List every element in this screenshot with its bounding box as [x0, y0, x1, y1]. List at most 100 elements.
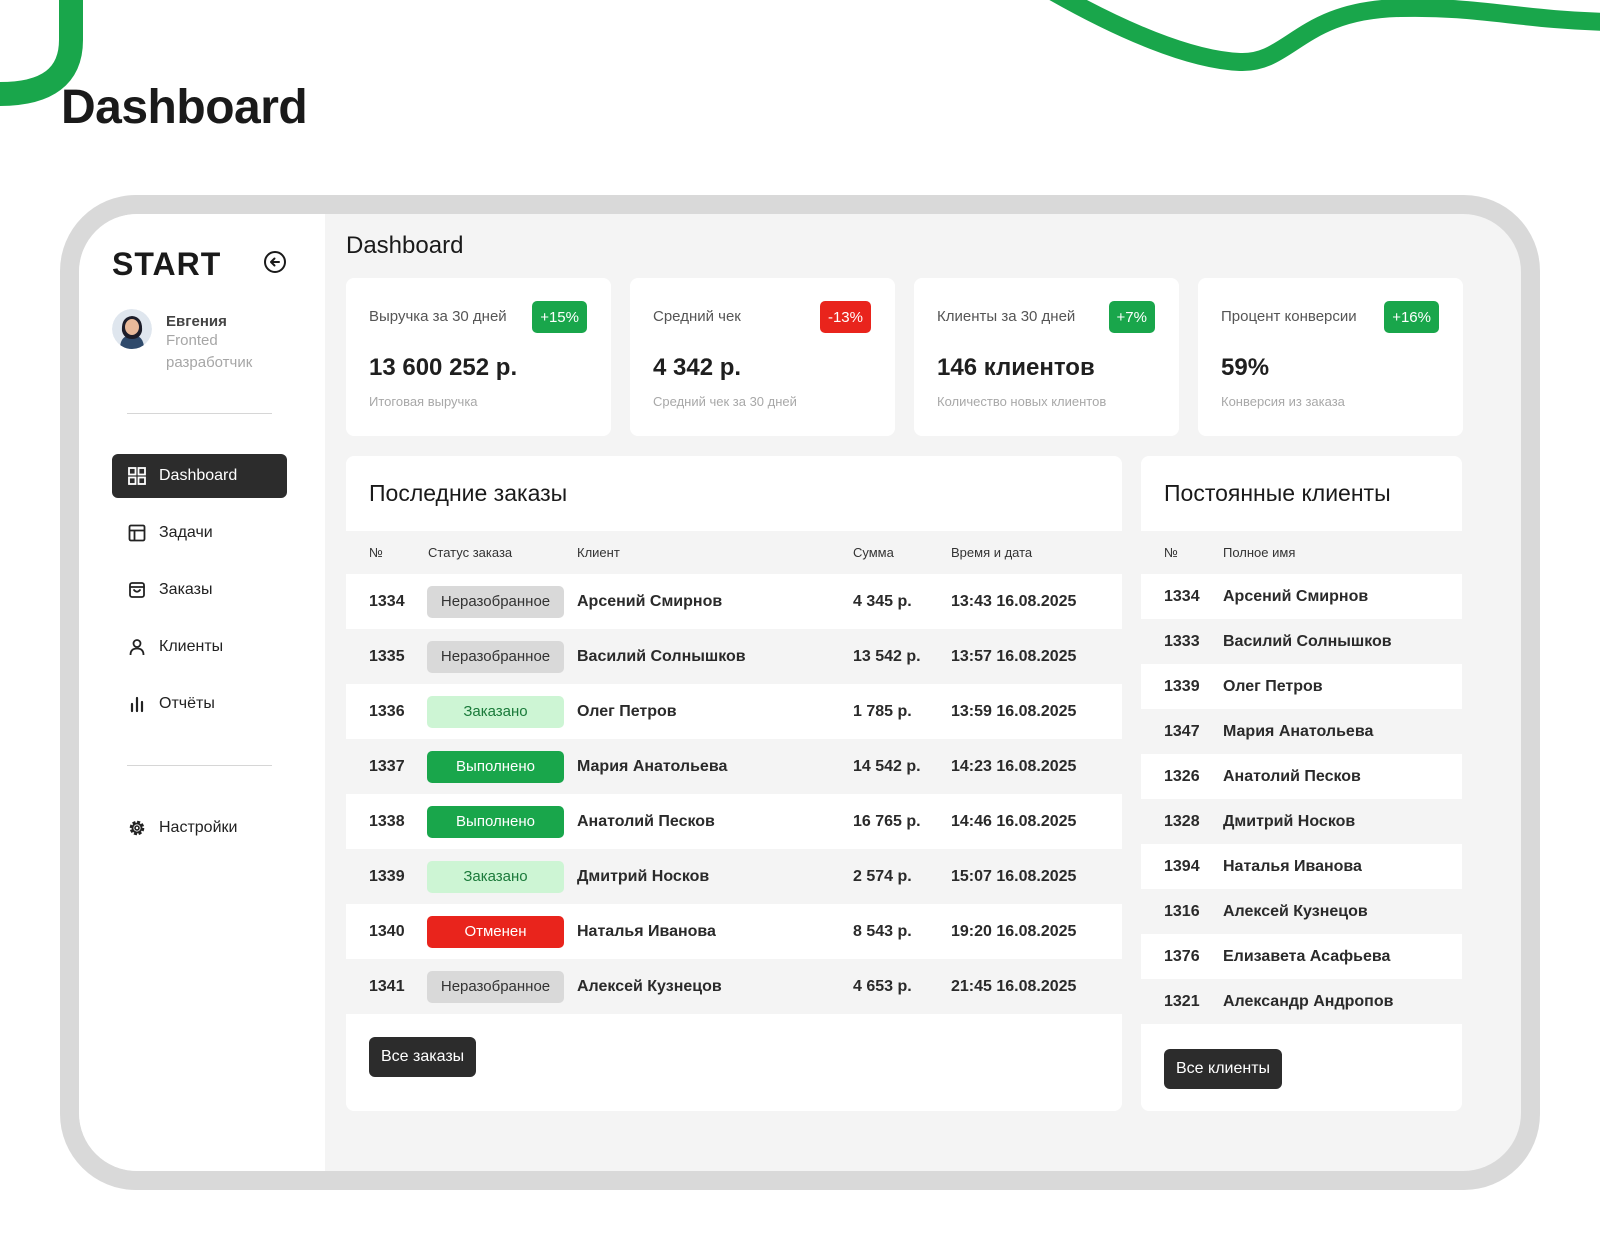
status-badge: Неразобранное [427, 585, 564, 618]
table-row[interactable]: 1376 Елизавета Асафьева [1141, 934, 1462, 979]
client-name: Арсений Смирнов [577, 592, 723, 610]
avatar [112, 309, 152, 349]
stat-card-conversion: Процент конверсии +16% 59% Конверсия из … [1198, 278, 1463, 436]
sidebar-item-reports[interactable]: Отчёты [112, 682, 287, 726]
sidebar-item-orders[interactable]: Заказы [112, 568, 287, 612]
column-header: Время и дата [951, 545, 1033, 560]
sidebar-item-tasks[interactable]: Задачи [112, 511, 287, 555]
order-sum: 14 542 р. [853, 757, 921, 775]
order-id: 1339 [369, 867, 405, 885]
wave-curve [1049, 0, 1600, 72]
table-row[interactable]: 1334 Арсений Смирнов [1141, 574, 1462, 619]
sidebar-item-clients[interactable]: Клиенты [112, 625, 287, 669]
client-name: Алексей Кузнецов [577, 977, 722, 995]
table-row[interactable]: 1340 Отменен Наталья Иванова 8 543 р. 19:20 … [346, 904, 1122, 959]
orders-table-body: 1334 Неразобранное Арсений Смирнов 4 345 р.… [346, 574, 1122, 1014]
table-row[interactable]: 1335 Неразобранное Василий Солнышков 13 542… [346, 629, 1122, 684]
client-id: 1347 [1164, 722, 1200, 740]
order-datetime: 14:23 16.08.2025 [951, 757, 1077, 775]
client-full-name: Анатолий Песков [1223, 767, 1361, 785]
order-datetime: 15:07 16.08.2025 [951, 867, 1077, 885]
table-row[interactable]: 1337 Выполнено Мария Анатольева 14 542 р. 14… [346, 739, 1122, 794]
clients-title: Постоянные клиенты [1164, 480, 1391, 506]
order-datetime: 21:45 16.08.2025 [951, 977, 1077, 995]
all-clients-button[interactable]: Все клиенты [1164, 1049, 1283, 1089]
order-sum: 1 785 р. [853, 702, 912, 720]
order-id: 1338 [369, 812, 405, 830]
clients-panel: Постоянные клиенты № Полное имя 1334 Арсе… [1141, 456, 1462, 1111]
stat-badge: +15% [532, 301, 587, 333]
status-badge: Отменен [427, 915, 564, 948]
client-name: Наталья Иванова [577, 922, 716, 940]
table-row[interactable]: 1338 Выполнено Анатолий Песков 16 765 р. 14:… [346, 794, 1122, 849]
arrow-left-circle-icon[interactable] [263, 250, 287, 274]
table-row[interactable]: 1316 Алексей Кузнецов [1141, 889, 1462, 934]
table-row[interactable]: 1326 Анатолий Песков [1141, 754, 1462, 799]
stat-card-average-check: Средний чек -13% 4 342 р. Средний чек за… [630, 278, 895, 436]
stat-note: Количество новых клиентов [937, 394, 1107, 409]
order-sum: 16 765 р. [853, 812, 921, 830]
all-orders-button[interactable]: Все заказы [369, 1037, 477, 1077]
client-name: Олег Петров [577, 702, 677, 720]
table-row[interactable]: 1394 Наталья Иванова [1141, 844, 1462, 889]
status-cell: Неразобранное [427, 585, 577, 618]
client-id: 1339 [1164, 677, 1200, 695]
client-full-name: Арсений Смирнов [1223, 587, 1369, 605]
table-row[interactable]: 1336 Заказано Олег Петров 1 785 р. 13:59 16.… [346, 684, 1122, 739]
sidebar-item-dashboard[interactable]: Dashboard [112, 454, 287, 498]
order-sum: 13 542 р. [853, 647, 921, 665]
stat-card-revenue: Выручка за 30 дней +15% 13 600 252 р. Ит… [346, 278, 611, 436]
stat-value: 59% [1221, 354, 1270, 381]
user-name: Евгения [166, 313, 227, 330]
column-header: Статус заказа [428, 545, 513, 560]
table-row[interactable]: 1333 Василий Солнышков [1141, 619, 1462, 664]
client-full-name: Алексей Кузнецов [1223, 902, 1368, 920]
bar-chart-icon [130, 696, 144, 713]
sidebar-nav: Dashboard Задачи Заказы Клиенты Отчёты [112, 454, 287, 739]
sidebar-item-settings[interactable]: Настройки [112, 806, 287, 850]
sidebar: START Евгения Fronted разработчик Dashbo… [79, 214, 325, 1171]
client-id: 1326 [1164, 767, 1200, 785]
table-row[interactable]: 1334 Неразобранное Арсений Смирнов 4 345 р.… [346, 574, 1122, 629]
order-datetime: 13:59 16.08.2025 [951, 702, 1077, 720]
sidebar-item-label: Задачи [159, 524, 213, 541]
table-row[interactable]: 1321 Александр Андропов [1141, 979, 1462, 1024]
order-id: 1341 [369, 977, 405, 995]
table-row[interactable]: 1347 Мария Анатольева [1141, 709, 1462, 754]
main-content: Dashboard Выручка за 30 дней +15% 13 600… [325, 214, 1521, 1171]
user-profile[interactable]: Евгения Fronted разработчик [112, 309, 276, 374]
sidebar-item-label: Dashboard [159, 467, 238, 484]
sidebar-item-label: Клиенты [159, 638, 224, 655]
status-cell: Заказано [427, 860, 577, 893]
client-id: 1316 [1164, 902, 1200, 920]
grid-icon [128, 467, 146, 485]
table-row[interactable]: 1328 Дмитрий Носков [1141, 799, 1462, 844]
status-badge: Выполнено [427, 805, 564, 838]
table-row[interactable]: 1339 Олег Петров [1141, 664, 1462, 709]
stat-badge: -13% [819, 301, 871, 333]
order-datetime: 14:46 16.08.2025 [951, 812, 1077, 830]
stat-badge: +7% [1108, 301, 1155, 333]
table-row[interactable]: 1341 Неразобранное Алексей Кузнецов 4 653 р… [346, 959, 1122, 1014]
column-header: Сумма [853, 545, 894, 560]
column-header: Клиент [577, 545, 620, 560]
order-id: 1336 [369, 702, 405, 720]
stat-value: 13 600 252 р. [369, 354, 518, 381]
order-id: 1335 [369, 647, 405, 665]
order-sum: 2 574 р. [853, 867, 912, 885]
sidebar-divider [127, 765, 272, 766]
stat-value: 146 клиентов [937, 354, 1095, 381]
column-header: Полное имя [1223, 545, 1296, 560]
status-badge: Неразобранное [427, 970, 564, 1003]
sidebar-item-label: Отчёты [159, 695, 215, 712]
client-full-name: Мария Анатольева [1223, 722, 1374, 740]
column-header: № [369, 545, 383, 560]
sidebar-bottom: Настройки [112, 806, 287, 863]
order-datetime: 13:43 16.08.2025 [951, 592, 1077, 610]
orders-panel: Последние заказы № Статус заказа Клиент … [346, 456, 1122, 1111]
client-full-name: Александр Андропов [1223, 992, 1394, 1010]
order-sum: 8 543 р. [853, 922, 912, 940]
client-id: 1321 [1164, 992, 1200, 1010]
table-row[interactable]: 1339 Заказано Дмитрий Носков 2 574 р. 15:07 … [346, 849, 1122, 904]
order-datetime: 19:20 16.08.2025 [951, 922, 1077, 940]
